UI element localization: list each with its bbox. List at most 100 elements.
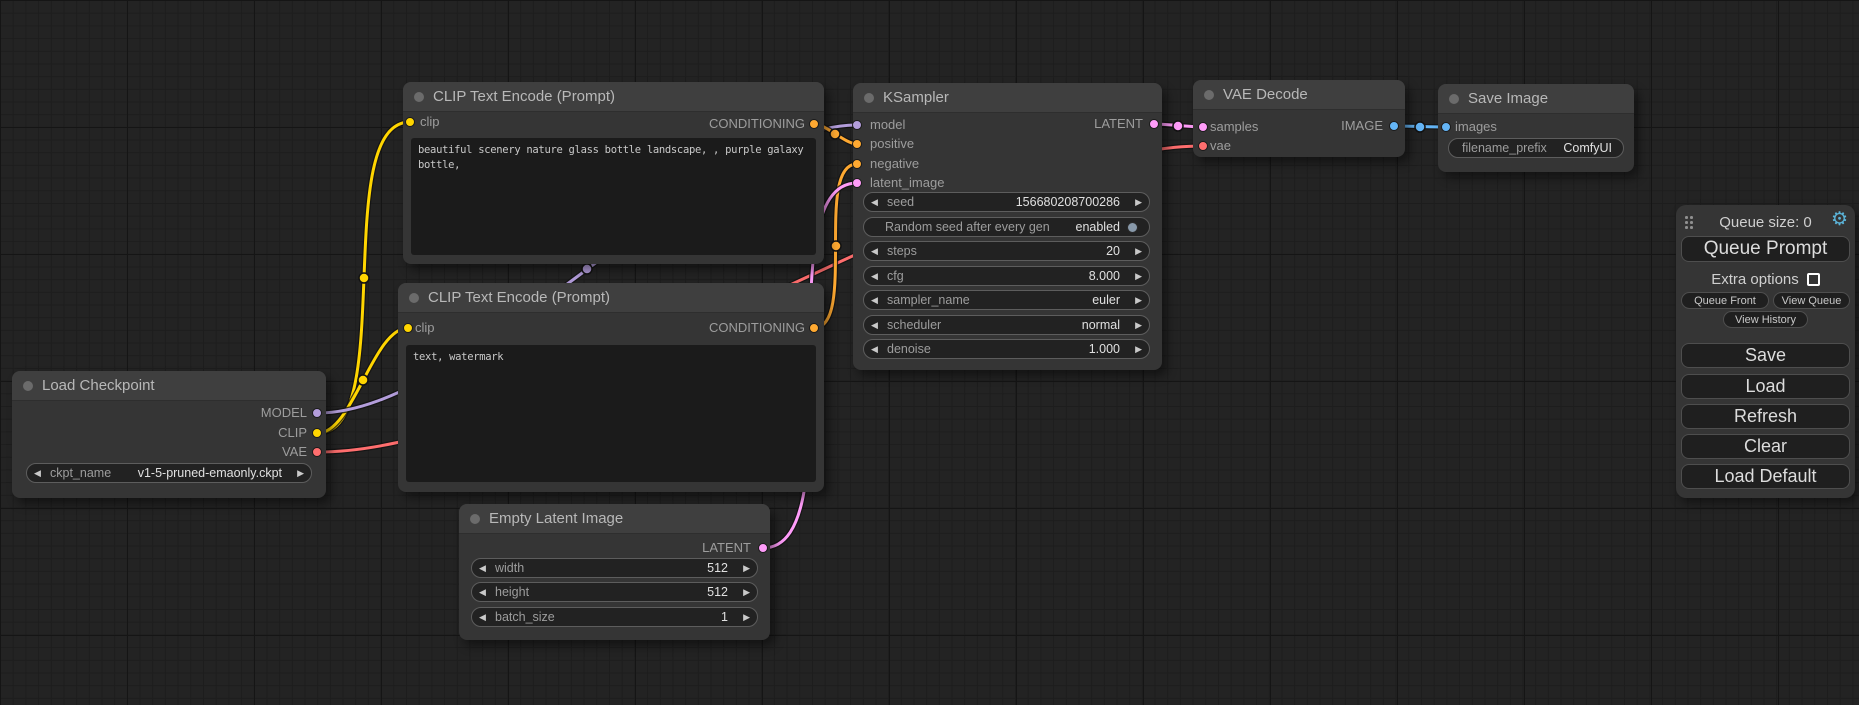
collapse-dot-icon[interactable]: [414, 92, 424, 102]
arrow-left-icon[interactable]: ◀: [871, 291, 885, 309]
widget-batch-size[interactable]: ◀ batch_size 1 ▶: [471, 607, 758, 627]
widget-label: sampler_name: [887, 293, 970, 307]
arrow-right-icon[interactable]: ▶: [736, 583, 750, 601]
widget-label: width: [495, 561, 524, 575]
widget-label: scheduler: [887, 318, 941, 332]
arrow-left-icon[interactable]: ◀: [871, 242, 885, 260]
node-clip-text-encode-negative[interactable]: CLIP Text Encode (Prompt) clip CONDITION…: [398, 283, 824, 492]
node-title-bar[interactable]: CLIP Text Encode (Prompt): [403, 82, 824, 112]
node-title-bar[interactable]: Save Image: [1438, 84, 1634, 114]
node-title-bar[interactable]: Empty Latent Image: [459, 504, 770, 534]
node-save-image[interactable]: Save Image images filename_prefix ComfyU…: [1438, 84, 1634, 172]
extra-options-checkbox[interactable]: [1807, 273, 1820, 286]
widget-height[interactable]: ◀ height 512 ▶: [471, 582, 758, 602]
widget-value: 156680208700286: [1016, 195, 1120, 209]
widget-label: cfg: [887, 269, 904, 283]
node-ksampler[interactable]: KSampler model positive negative latent_…: [853, 83, 1162, 370]
arrow-right-icon[interactable]: ▶: [736, 608, 750, 626]
widget-sampler-name[interactable]: ◀ sampler_name euler ▶: [863, 290, 1150, 310]
arrow-right-icon[interactable]: ▶: [1128, 242, 1142, 260]
clear-button[interactable]: Clear: [1681, 434, 1850, 459]
link-midpoint-dot: [358, 375, 368, 385]
node-load-checkpoint[interactable]: Load Checkpoint MODEL CLIP VAE ◀ ckpt_na…: [12, 371, 326, 498]
widget-filename-prefix[interactable]: filename_prefix ComfyUI: [1448, 138, 1624, 158]
input-label-positive: positive: [870, 137, 914, 151]
arrow-left-icon[interactable]: ◀: [479, 583, 493, 601]
view-queue-button[interactable]: View Queue: [1773, 292, 1850, 309]
toggle-on-icon[interactable]: [1127, 222, 1138, 233]
widget-value: 1: [721, 610, 728, 624]
arrow-right-icon[interactable]: ▶: [1128, 291, 1142, 309]
input-label-latent-image: latent_image: [870, 176, 944, 190]
link-midpoint-dot: [1173, 121, 1183, 131]
refresh-button[interactable]: Refresh: [1681, 404, 1850, 429]
node-title: Save Image: [1468, 90, 1548, 107]
input-label-clip: clip: [415, 321, 435, 335]
node-vae-decode[interactable]: VAE Decode samples vae IMAGE: [1193, 80, 1405, 157]
output-label-latent: LATENT: [702, 541, 751, 555]
node-title-bar[interactable]: KSampler: [853, 83, 1162, 113]
load-default-button[interactable]: Load Default: [1681, 464, 1850, 489]
widget-steps[interactable]: ◀ steps 20 ▶: [863, 241, 1150, 261]
widget-value: ComfyUI: [1563, 141, 1612, 155]
node-empty-latent-image[interactable]: Empty Latent Image LATENT ◀ width 512 ▶ …: [459, 504, 770, 640]
widget-value: enabled: [1076, 220, 1121, 234]
queue-size-label: Queue size: 0: [1676, 214, 1855, 231]
input-label-model: model: [870, 118, 905, 132]
output-label-image: IMAGE: [1341, 119, 1383, 133]
node-clip-text-encode-positive[interactable]: CLIP Text Encode (Prompt) clip CONDITION…: [403, 82, 824, 264]
widget-width[interactable]: ◀ width 512 ▶: [471, 558, 758, 578]
link-midpoint-dot: [1415, 122, 1425, 132]
widget-denoise[interactable]: ◀ denoise 1.000 ▶: [863, 339, 1150, 359]
arrow-left-icon[interactable]: ◀: [871, 340, 885, 358]
link-clip-positive: [318, 122, 410, 433]
gear-icon[interactable]: ⚙: [1831, 210, 1848, 230]
queue-front-button[interactable]: Queue Front: [1681, 292, 1769, 309]
arrow-left-icon[interactable]: ◀: [871, 193, 885, 211]
output-label-conditioning: CONDITIONING: [709, 117, 805, 131]
node-title: Empty Latent Image: [489, 510, 623, 527]
arrow-right-icon[interactable]: ▶: [1128, 340, 1142, 358]
save-button[interactable]: Save: [1681, 343, 1850, 368]
widget-value: 1.000: [1089, 342, 1120, 356]
collapse-dot-icon[interactable]: [470, 514, 480, 524]
arrow-left-icon[interactable]: ◀: [479, 559, 493, 577]
node-title-bar[interactable]: Load Checkpoint: [12, 371, 326, 401]
view-history-button[interactable]: View History: [1723, 311, 1808, 328]
widget-label: denoise: [887, 342, 931, 356]
node-title-bar[interactable]: VAE Decode: [1193, 80, 1405, 110]
link-midpoint-dot: [831, 241, 841, 251]
arrow-left-icon[interactable]: ◀: [34, 464, 48, 482]
arrow-right-icon[interactable]: ▶: [1128, 316, 1142, 334]
collapse-dot-icon[interactable]: [23, 381, 33, 391]
arrow-left-icon[interactable]: ◀: [871, 316, 885, 334]
widget-ckpt-name[interactable]: ◀ ckpt_name v1-5-pruned-emaonly.ckpt ▶: [26, 463, 312, 483]
load-button[interactable]: Load: [1681, 374, 1850, 399]
arrow-right-icon[interactable]: ▶: [1128, 193, 1142, 211]
widget-label: height: [495, 585, 529, 599]
node-title: CLIP Text Encode (Prompt): [433, 88, 615, 105]
link-midpoint-dot: [582, 264, 592, 274]
arrow-right-icon[interactable]: ▶: [1128, 267, 1142, 285]
node-title: KSampler: [883, 89, 949, 106]
widget-label: ckpt_name: [50, 466, 111, 480]
arrow-right-icon[interactable]: ▶: [290, 464, 304, 482]
collapse-dot-icon[interactable]: [864, 93, 874, 103]
widget-cfg[interactable]: ◀ cfg 8.000 ▶: [863, 266, 1150, 286]
collapse-dot-icon[interactable]: [409, 293, 419, 303]
arrow-left-icon[interactable]: ◀: [479, 608, 493, 626]
widget-seed[interactable]: ◀ seed 156680208700286 ▶: [863, 192, 1150, 212]
output-label-latent: LATENT: [1094, 117, 1143, 131]
arrow-left-icon[interactable]: ◀: [871, 267, 885, 285]
arrow-right-icon[interactable]: ▶: [736, 559, 750, 577]
queue-prompt-button[interactable]: Queue Prompt: [1681, 236, 1850, 262]
widget-random-seed-toggle[interactable]: Random seed after every gen enabled: [863, 217, 1150, 237]
prompt-textarea[interactable]: beautiful scenery nature glass bottle la…: [411, 138, 816, 255]
prompt-textarea[interactable]: text, watermark: [406, 345, 816, 482]
widget-value: 512: [707, 585, 728, 599]
widget-value: normal: [1082, 318, 1120, 332]
widget-scheduler[interactable]: ◀ scheduler normal ▶: [863, 315, 1150, 335]
node-title-bar[interactable]: CLIP Text Encode (Prompt): [398, 283, 824, 313]
collapse-dot-icon[interactable]: [1449, 94, 1459, 104]
collapse-dot-icon[interactable]: [1204, 90, 1214, 100]
